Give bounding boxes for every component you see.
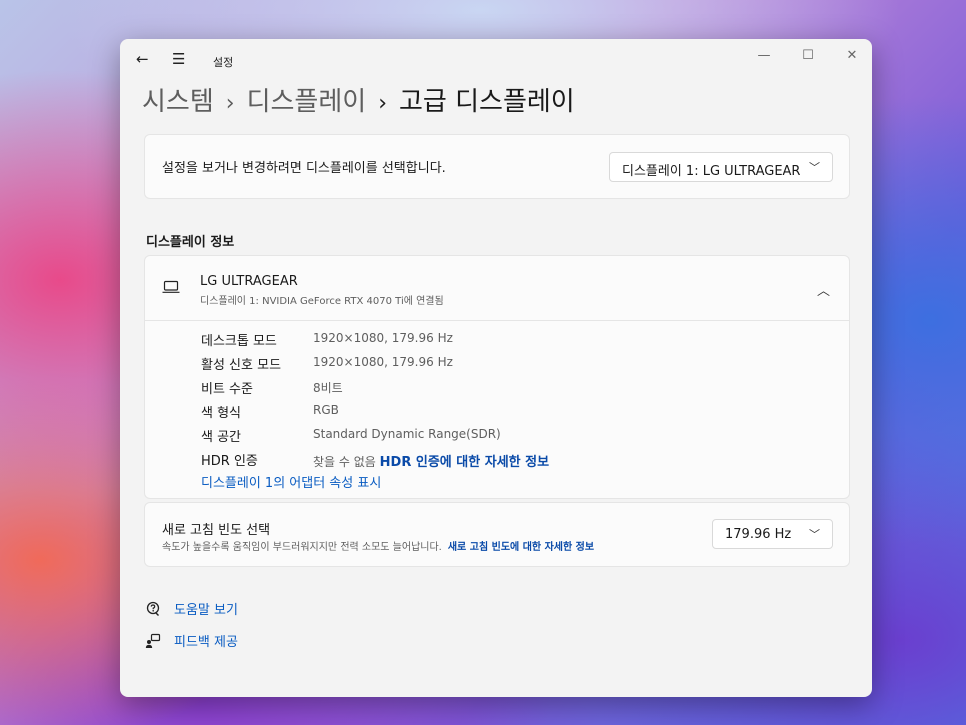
adapter-properties-link[interactable]: 디스플레이 1의 어댑터 속성 표시 bbox=[201, 472, 381, 491]
refresh-rate-value: 179.96 Hz bbox=[725, 527, 792, 542]
breadcrumb: 시스템 › 디스플레이 › 고급 디스플레이 bbox=[142, 81, 575, 118]
display-select-dropdown[interactable]: 디스플레이 1: LG ULTRAGEAR ﹀ bbox=[609, 152, 833, 182]
laptop-icon bbox=[162, 280, 180, 293]
display-select-value: 디스플레이 1: LG ULTRAGEAR bbox=[622, 164, 801, 179]
settings-window: ← ☰ 설정 — ☐ ✕ 시스템 › 디스플레이 › 고급 디스플레이 설정을 보거나 … bbox=[120, 39, 872, 697]
info-value: Standard Dynamic Range(SDR) bbox=[313, 427, 501, 441]
get-help-link[interactable]: 도움말 보기 bbox=[144, 599, 238, 618]
info-value: 1920×1080, 179.96 Hz bbox=[313, 355, 453, 369]
breadcrumb-separator: › bbox=[378, 91, 387, 116]
feedback-icon bbox=[145, 633, 161, 648]
minimize-button[interactable]: — bbox=[744, 44, 784, 68]
feedback-link[interactable]: 피드백 제공 bbox=[144, 631, 238, 650]
hdr-status: 찾을 수 없음 bbox=[313, 455, 376, 469]
info-key: 색 형식 bbox=[201, 406, 242, 421]
chevron-up-icon[interactable]: ︿ bbox=[817, 280, 830, 299]
maximize-button[interactable]: ☐ bbox=[788, 44, 828, 68]
refresh-rate-desc-text: 속도가 높을수록 움직임이 부드러워지지만 전력 소모도 늘어납니다. bbox=[162, 542, 442, 553]
info-key: HDR 인증 bbox=[201, 454, 258, 469]
info-value: 1920×1080, 179.96 Hz bbox=[313, 331, 453, 345]
back-arrow-icon[interactable]: ← bbox=[136, 50, 149, 68]
info-key: 색 공간 bbox=[201, 430, 242, 445]
display-info-heading: 디스플레이 정보 bbox=[146, 235, 235, 250]
chevron-down-icon: ﹀ bbox=[809, 161, 820, 174]
display-info-card: LG ULTRAGEAR 디스플레이 1: NVIDIA GeForce RTX… bbox=[144, 255, 850, 499]
breadcrumb-item-system[interactable]: 시스템 bbox=[142, 87, 214, 117]
hamburger-menu-icon[interactable]: ☰ bbox=[172, 50, 185, 68]
select-display-label: 설정을 보거나 변경하려면 디스플레이를 선택합니다. bbox=[162, 161, 446, 176]
info-key: 활성 신호 모드 bbox=[201, 358, 282, 373]
feedback-label: 피드백 제공 bbox=[174, 635, 238, 650]
info-key: 데스크톱 모드 bbox=[201, 334, 277, 349]
refresh-rate-dropdown[interactable]: 179.96 Hz ﹀ bbox=[712, 519, 833, 549]
info-value: 8비트 bbox=[313, 381, 343, 395]
display-info-header[interactable]: LG ULTRAGEAR 디스플레이 1: NVIDIA GeForce RTX… bbox=[145, 256, 849, 321]
help-chat-icon bbox=[146, 601, 160, 616]
title-bar: ← ☰ 설정 — ☐ ✕ bbox=[120, 39, 872, 79]
refresh-rate-card: 새로 고침 빈도 선택 속도가 높을수록 움직임이 부드러워지지만 전력 소모도… bbox=[144, 502, 850, 567]
info-value: 찾을 수 없음 HDR 인증에 대한 자세한 정보 bbox=[313, 451, 549, 470]
close-button[interactable]: ✕ bbox=[832, 44, 872, 68]
get-help-label: 도움말 보기 bbox=[174, 603, 238, 618]
refresh-rate-description: 속도가 높을수록 움직임이 부드러워지지만 전력 소모도 늘어납니다. 새로 고침… bbox=[162, 538, 594, 553]
breadcrumb-separator: › bbox=[225, 91, 235, 116]
chevron-down-icon: ﹀ bbox=[809, 528, 820, 541]
breadcrumb-item-advanced-display: 고급 디스플레이 bbox=[399, 87, 575, 117]
app-title: 설정 bbox=[213, 56, 234, 69]
info-key: 비트 수준 bbox=[201, 382, 253, 397]
refresh-rate-title: 새로 고침 빈도 선택 bbox=[162, 523, 271, 538]
refresh-rate-info-link[interactable]: 새로 고침 빈도에 대한 자세한 정보 bbox=[448, 542, 594, 553]
breadcrumb-item-display[interactable]: 디스플레이 bbox=[247, 87, 367, 117]
hdr-info-link[interactable]: HDR 인증에 대한 자세한 정보 bbox=[380, 455, 549, 470]
info-value: RGB bbox=[313, 403, 339, 417]
select-display-card: 설정을 보거나 변경하려면 디스플레이를 선택합니다. 디스플레이 1: LG … bbox=[144, 134, 850, 199]
monitor-connection: 디스플레이 1: NVIDIA GeForce RTX 4070 Ti에 연결됨 bbox=[200, 296, 444, 307]
monitor-name: LG ULTRAGEAR bbox=[200, 274, 298, 289]
